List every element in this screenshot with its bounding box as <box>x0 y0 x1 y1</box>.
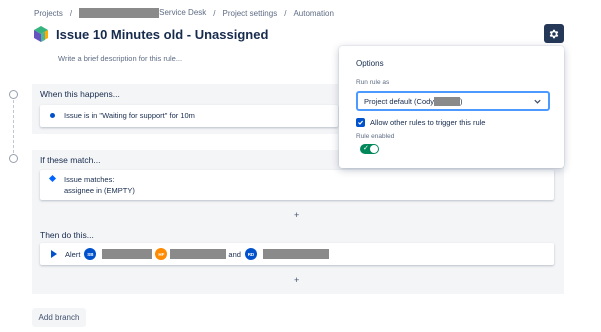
breadcrumb-separator: / <box>284 8 287 18</box>
redacted-name <box>434 96 461 106</box>
timeline-node <box>9 90 18 99</box>
action-card[interactable]: Alert SB HF and RD <box>40 243 554 265</box>
when-heading: When this happens... <box>40 89 120 99</box>
breadcrumb-projects[interactable]: Projects <box>34 9 63 18</box>
chevron-down-icon <box>534 99 541 104</box>
breadcrumb-separator: / <box>213 8 216 18</box>
breadcrumb-automation[interactable]: Automation <box>293 9 333 18</box>
run-rule-as-label: Run rule as <box>356 79 390 86</box>
trigger-card[interactable]: Issue is in "Waiting for support" for 10… <box>40 105 338 127</box>
options-title: Options <box>356 59 384 68</box>
condition-line1: Issue matches: <box>64 175 115 184</box>
gear-icon <box>549 29 559 38</box>
play-icon <box>51 250 57 258</box>
check-icon <box>358 120 364 125</box>
condition-diamond-icon <box>48 174 57 183</box>
avatar: HF <box>155 248 168 260</box>
redacted-text <box>79 8 160 18</box>
breadcrumb-project-settings[interactable]: Project settings <box>223 9 278 18</box>
allow-other-rules-row[interactable]: Allow other rules to trigger this rule <box>356 118 485 127</box>
automation-logo-icon <box>34 26 48 42</box>
allow-other-rules-label: Allow other rules to trigger this rule <box>370 118 486 127</box>
check-icon: ✓ <box>363 145 369 152</box>
rule-enabled-label: Rule enabled <box>356 133 395 140</box>
add-condition-button[interactable]: + <box>294 210 299 220</box>
action-label: Alert <box>65 249 81 259</box>
toggle-knob <box>370 145 378 153</box>
redacted-name <box>262 249 329 259</box>
redacted-name <box>170 249 227 259</box>
title-row: Issue 10 Minutes old - Unassigned <box>34 26 268 42</box>
breadcrumb: Projects / Service Desk / Project settin… <box>34 8 334 18</box>
avatar: RD <box>244 248 257 260</box>
page-title[interactable]: Issue 10 Minutes old - Unassigned <box>56 27 268 42</box>
run-rule-as-close: ) <box>460 96 463 106</box>
run-rule-as-select[interactable]: Project default (Cody ) <box>356 91 550 111</box>
run-rule-as-value: Project default (Cody <box>364 96 435 106</box>
options-button[interactable] <box>544 24 564 43</box>
redacted-name <box>102 249 153 259</box>
timeline-node <box>9 154 18 163</box>
description-input[interactable]: Write a brief description for this rule.… <box>58 54 182 63</box>
when-section: When this happens... Issue is in "Waitin… <box>32 84 338 134</box>
breadcrumb-separator: / <box>69 8 73 18</box>
avatar: SB <box>84 248 97 260</box>
if-section: If these match... Issue matches: assigne… <box>32 150 564 294</box>
breadcrumb-project[interactable]: Service Desk <box>79 8 206 18</box>
condition-card[interactable]: Issue matches: assignee in (EMPTY) <box>40 170 554 200</box>
rule-enabled-toggle[interactable]: ✓ <box>360 144 379 154</box>
options-popover: Options Run rule as Project default (Cod… <box>339 46 564 168</box>
if-heading: If these match... <box>40 155 101 165</box>
add-action-button[interactable]: + <box>294 275 299 285</box>
trigger-text: Issue is in "Waiting for support" for 10… <box>64 111 195 120</box>
then-heading: Then do this... <box>40 230 94 240</box>
add-branch-button[interactable]: Add branch <box>32 308 86 327</box>
trigger-dot-icon <box>50 113 55 118</box>
condition-line2: assignee in (EMPTY) <box>64 186 135 195</box>
action-content: Alert SB HF and RD <box>65 248 329 260</box>
allow-other-rules-checkbox[interactable] <box>356 118 365 127</box>
timeline-connector <box>13 100 14 158</box>
and-text: and <box>228 249 241 259</box>
